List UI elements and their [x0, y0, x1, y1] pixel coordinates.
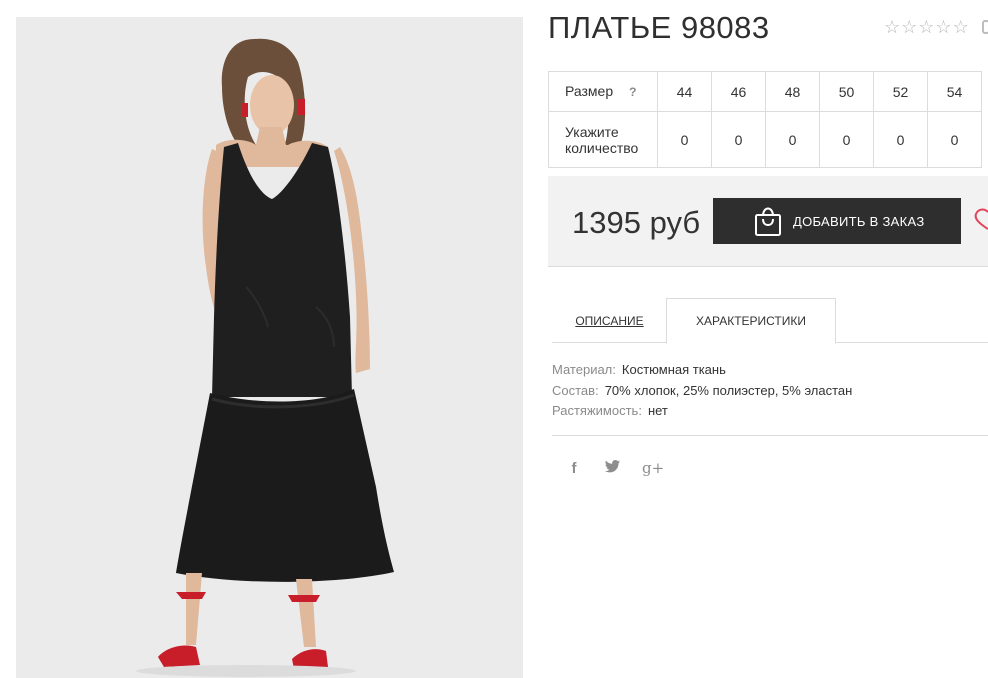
star-icon[interactable]: ☆	[884, 17, 900, 37]
spec-row: Состав: 70% хлопок, 25% полиэстер, 5% эла…	[552, 381, 852, 402]
dress-photo	[16, 17, 523, 678]
quantity-label-cell: Укажите количество	[548, 111, 658, 168]
rating-stars[interactable]: ☆ ☆ ☆ ☆ ☆	[884, 17, 969, 37]
size-cell: 48	[765, 71, 820, 112]
quantity-input[interactable]: 0	[873, 111, 928, 168]
product-tabs: ОПИСАНИЕ ХАРАКТЕРИСТИКИ	[552, 298, 988, 344]
social-share: f g+	[566, 459, 665, 477]
twitter-icon[interactable]	[604, 459, 620, 477]
quantity-row: Укажите количество 0 0 0 0 0 0	[548, 111, 982, 168]
spec-row: Материал: Костюмная ткань	[552, 360, 852, 381]
heart-icon[interactable]	[972, 208, 988, 230]
spec-value: нет	[647, 403, 668, 418]
help-icon[interactable]: ?	[629, 85, 636, 99]
add-to-order-button[interactable]: ДОБАВИТЬ В ЗАКАЗ	[713, 198, 961, 244]
product-title: ПЛАТЬЕ 98083	[548, 10, 770, 45]
size-cell: 52	[873, 71, 928, 112]
quantity-label-line1: Укажите	[565, 123, 619, 140]
product-photo[interactable]	[16, 17, 523, 678]
quantity-input[interactable]: 0	[819, 111, 874, 168]
quantity-label-line2: количество	[565, 139, 639, 156]
size-table: Размер? 44 46 48 50 52 54 Укажите количе…	[548, 71, 982, 168]
characteristics-list: Материал: Костюмная ткань Состав: 70% хлоп…	[552, 360, 852, 422]
buy-box: 1395 руб ДОБАВИТЬ В ЗАКАЗ	[548, 176, 988, 267]
size-label-cell: Размер?	[548, 71, 658, 112]
tab-description[interactable]: ОПИСАНИЕ	[552, 298, 667, 343]
spec-row: Растяжимость: нет	[552, 401, 852, 422]
size-label: Размер	[565, 83, 614, 99]
star-icon[interactable]: ☆	[935, 17, 951, 37]
star-icon[interactable]: ☆	[918, 17, 934, 37]
star-icon[interactable]: ☆	[953, 17, 969, 37]
size-cell: 44	[657, 71, 712, 112]
spec-key: Состав:	[552, 382, 599, 398]
quantity-input[interactable]: 0	[765, 111, 820, 168]
star-icon[interactable]: ☆	[901, 17, 917, 37]
spec-value: Костюмная ткань	[621, 362, 726, 377]
size-cell: 46	[711, 71, 766, 112]
size-row: Размер? 44 46 48 50 52 54	[548, 71, 982, 112]
quantity-input[interactable]: 0	[711, 111, 766, 168]
size-cell: 50	[819, 71, 874, 112]
divider	[552, 435, 988, 436]
spec-value: 70% хлопок, 25% полиэстер, 5% эластан	[604, 382, 853, 398]
price: 1395 руб	[572, 205, 701, 240]
quantity-input[interactable]: 0	[657, 111, 712, 168]
tab-characteristics[interactable]: ХАРАКТЕРИСТИКИ	[666, 298, 836, 344]
quantity-input[interactable]: 0	[927, 111, 982, 168]
facebook-icon[interactable]: f	[566, 460, 582, 477]
shopping-bag-icon	[755, 207, 781, 236]
spec-key: Растяжимость:	[552, 403, 642, 418]
googleplus-icon[interactable]: g+	[642, 459, 664, 477]
size-cell: 54	[927, 71, 982, 112]
rating-count-badge	[982, 20, 988, 34]
add-to-order-label: ДОБАВИТЬ В ЗАКАЗ	[793, 213, 925, 229]
spec-key: Материал:	[552, 362, 616, 377]
